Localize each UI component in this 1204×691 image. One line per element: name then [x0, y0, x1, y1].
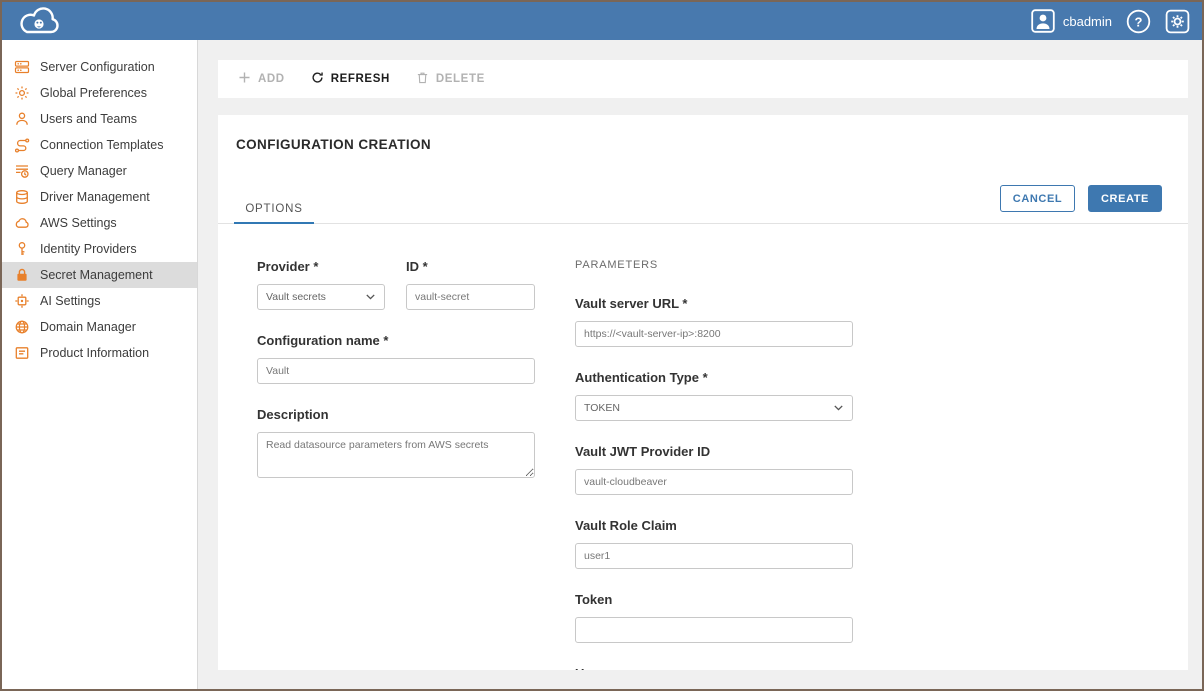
sidebar-item-aws-settings[interactable]: AWS Settings — [2, 210, 197, 236]
cloud-icon — [14, 215, 30, 231]
user-menu[interactable]: cbadmin — [1031, 9, 1112, 33]
user-avatar-icon — [1031, 9, 1055, 33]
sidebar-item-server-configuration[interactable]: Server Configuration — [2, 54, 197, 80]
refresh-button-label: REFRESH — [331, 73, 390, 85]
chevron-down-icon — [834, 402, 843, 414]
plus-icon — [238, 71, 251, 87]
refresh-icon — [311, 71, 324, 87]
authentication-type-value: TOKEN — [584, 402, 620, 414]
form-right-column: PARAMETERS Vault server URL * Authentica… — [575, 259, 853, 670]
configuration-creation-panel: CONFIGURATION CREATION CANCEL CREATE OPT… — [218, 115, 1188, 670]
gear-icon — [14, 85, 30, 101]
delete-button-label: DELETE — [436, 73, 485, 85]
key-icon — [14, 241, 30, 257]
provider-select-value: Vault secrets — [266, 291, 326, 303]
tab-options[interactable]: OPTIONS — [234, 203, 314, 224]
sidebar-item-label: Secret Management — [40, 268, 153, 282]
username-label: Username — [575, 666, 853, 670]
configuration-name-input[interactable] — [257, 358, 535, 384]
vault-role-claim-input[interactable] — [575, 543, 853, 569]
vault-jwt-provider-id-input[interactable] — [575, 469, 853, 495]
svg-text:?: ? — [1135, 14, 1143, 29]
chevron-down-icon — [366, 291, 375, 303]
vault-role-claim-label: Vault Role Claim — [575, 518, 853, 533]
vault-server-url-input[interactable] — [575, 321, 853, 347]
sidebar-item-domain-manager[interactable]: Domain Manager — [2, 314, 197, 340]
provider-select[interactable]: Vault secrets — [257, 284, 385, 310]
sidebar-item-label: Product Information — [40, 346, 149, 360]
sidebar-item-label: Connection Templates — [40, 138, 163, 152]
sidebar-item-ai-settings[interactable]: AI Settings — [2, 288, 197, 314]
delete-button[interactable]: DELETE — [416, 71, 485, 87]
parameters-caption: PARAMETERS — [575, 259, 853, 271]
sidebar-item-label: Domain Manager — [40, 320, 136, 334]
sidebar-item-global-preferences[interactable]: Global Preferences — [2, 80, 197, 106]
refresh-button[interactable]: REFRESH — [311, 71, 390, 87]
form-left-column: Provider * Vault secrets ID * — [257, 259, 535, 506]
token-input[interactable] — [575, 617, 853, 643]
sidebar-item-product-information[interactable]: Product Information — [2, 340, 197, 366]
vault-server-url-label: Vault server URL * — [575, 296, 853, 311]
document-icon — [14, 345, 30, 361]
database-icon — [14, 189, 30, 205]
token-label: Token — [575, 592, 853, 607]
configuration-name-label: Configuration name * — [257, 333, 535, 348]
cloudbeaver-logo-icon — [12, 4, 70, 38]
description-textarea[interactable]: Read datasource parameters from AWS secr… — [257, 432, 535, 478]
server-icon — [14, 59, 30, 75]
sidebar-item-label: AWS Settings — [40, 216, 117, 230]
tab-bar: OPTIONS — [218, 202, 1188, 224]
sidebar-item-users-and-teams[interactable]: Users and Teams — [2, 106, 197, 132]
sidebar-item-label: Server Configuration — [40, 60, 155, 74]
admin-sidebar: Server Configuration Global Preferences … — [2, 40, 198, 689]
sidebar-item-label: AI Settings — [40, 294, 100, 308]
id-label: ID * — [406, 259, 535, 274]
authentication-type-select[interactable]: TOKEN — [575, 395, 853, 421]
user-name: cbadmin — [1063, 14, 1112, 29]
sidebar-item-label: Identity Providers — [40, 242, 137, 256]
settings-gear-icon[interactable] — [1165, 9, 1190, 34]
sidebar-item-label: Global Preferences — [40, 86, 147, 100]
trash-icon — [416, 71, 429, 87]
flow-icon — [14, 137, 30, 153]
page-title: CONFIGURATION CREATION — [236, 137, 431, 152]
sidebar-item-label: Driver Management — [40, 190, 150, 204]
sidebar-item-label: Query Manager — [40, 164, 127, 178]
query-list-clock-icon — [14, 163, 30, 179]
app-window: cbadmin ? — [0, 0, 1204, 691]
vault-jwt-provider-id-label: Vault JWT Provider ID — [575, 444, 853, 459]
top-bar: cbadmin ? — [2, 2, 1202, 40]
sidebar-item-driver-management[interactable]: Driver Management — [2, 184, 197, 210]
provider-label: Provider * — [257, 259, 385, 274]
content-area: ADD REFRESH DELETE — [199, 40, 1202, 689]
sidebar-item-label: Users and Teams — [40, 112, 137, 126]
user-icon — [14, 111, 30, 127]
help-icon[interactable]: ? — [1126, 9, 1151, 34]
globe-icon — [14, 319, 30, 335]
sidebar-item-connection-templates[interactable]: Connection Templates — [2, 132, 197, 158]
description-label: Description — [257, 407, 535, 422]
sidebar-item-identity-providers[interactable]: Identity Providers — [2, 236, 197, 262]
lock-icon — [14, 267, 30, 283]
sidebar-item-secret-management[interactable]: Secret Management — [2, 262, 197, 288]
toolbar: ADD REFRESH DELETE — [218, 60, 1188, 98]
add-button-label: ADD — [258, 73, 285, 85]
sidebar-item-query-manager[interactable]: Query Manager — [2, 158, 197, 184]
id-input[interactable] — [406, 284, 535, 310]
authentication-type-label: Authentication Type * — [575, 370, 853, 385]
chip-icon — [14, 293, 30, 309]
add-button[interactable]: ADD — [238, 71, 285, 87]
